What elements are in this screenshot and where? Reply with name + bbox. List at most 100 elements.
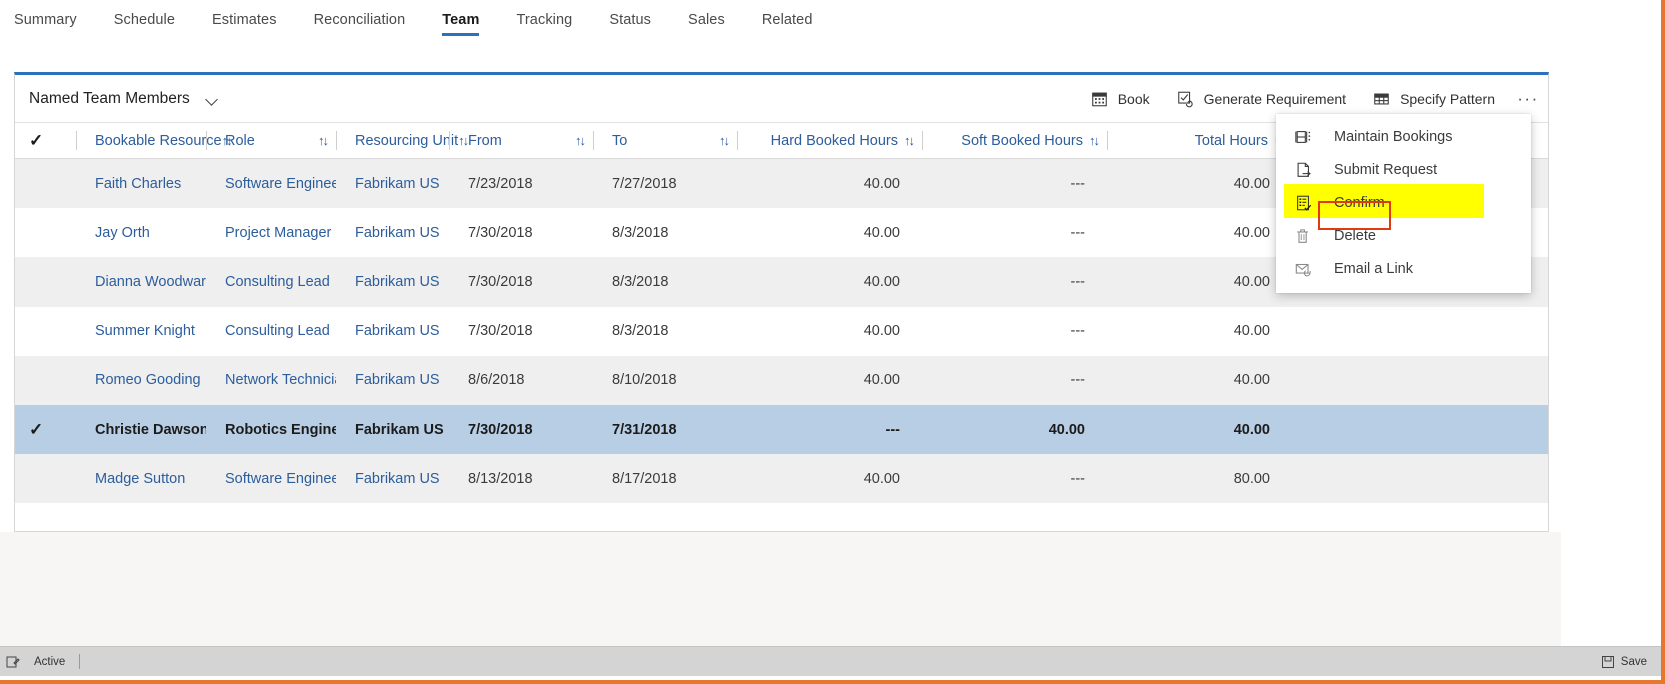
cell-total-hours: 40.00 [1233,273,1270,290]
cell-hard-booked-hours: 40.00 [863,175,900,192]
cell-resourcing-unit[interactable]: Fabrikam US [336,372,449,388]
cell-resourcing-unit[interactable]: Fabrikam US [336,471,449,487]
column-header-label: Resourcing Unit [355,132,459,149]
cell-bookable-resource[interactable]: Christie Dawson [76,422,206,438]
cell-role[interactable]: Software Engineer [206,471,336,487]
nav-tab-summary[interactable]: Summary [14,12,77,36]
bookings-icon [1294,128,1314,146]
menu-item-confirm[interactable]: Confirm [1276,184,1531,219]
cell-hard-booked-hours: --- [885,421,901,438]
nav-tab-team[interactable]: Team [442,12,480,36]
menu-item-label: Maintain Bookings [1334,128,1453,145]
column-header-from[interactable]: From ↑↓ [449,123,593,158]
cell-from: 7/30/2018 [468,421,533,438]
save-label: Save [1620,655,1647,668]
cell-role[interactable]: Consulting Lead [206,323,336,339]
cell-total-hours: 40.00 [1233,421,1270,438]
column-header-total-hours[interactable]: Total Hours ↑↓ [1107,123,1292,158]
sort-icon[interactable]: ↑↓ [904,133,915,148]
row-select-checkbox[interactable]: ✓ [29,421,76,438]
cell-to: 8/3/2018 [612,224,669,241]
column-header-resourcing-unit[interactable]: Resourcing Unit ↑↓ [336,123,469,158]
cell-soft-booked-hours: 40.00 [1048,421,1085,438]
column-header-role[interactable]: Role ↑↓ [206,123,336,158]
cell-from: 7/30/2018 [468,323,533,340]
cell-total-hours: 40.00 [1233,372,1270,389]
cell-resourcing-unit[interactable]: Fabrikam US [336,422,449,438]
column-header-label: Soft Booked Hours [961,132,1083,149]
cell-resourcing-unit[interactable]: Fabrikam US [336,323,449,339]
nav-tab-sales[interactable]: Sales [688,12,725,36]
record-state-label: Active [34,655,66,668]
table-grid-icon [1372,90,1391,108]
select-all-header[interactable]: ✓ [29,123,76,158]
menu-item-label: Confirm [1334,194,1385,211]
menu-item-submit-request[interactable]: Submit Request [1276,153,1531,186]
command-button-label: Book [1117,90,1150,107]
command-button-label: Generate Requirement [1203,90,1347,107]
cell-to: 8/3/2018 [612,323,669,340]
cell-bookable-resource[interactable]: Dianna Woodward [76,274,206,290]
command-button-label: Specify Pattern [1400,90,1495,107]
cell-soft-booked-hours: --- [1070,175,1086,192]
select-all-checkmark-icon: ✓ [29,131,44,150]
cell-to: 7/27/2018 [612,175,677,192]
cell-soft-booked-hours: --- [1070,224,1086,241]
nav-tab-tracking[interactable]: Tracking [516,12,572,36]
app-window: Summary Schedule Estimates Reconciliation Te… [0,0,1665,684]
column-header-to[interactable]: To ↑↓ [593,123,737,158]
nav-tab-related[interactable]: Related [762,12,813,36]
cell-from: 8/13/2018 [468,470,533,487]
form-background [0,532,1561,646]
cell-hard-booked-hours: 40.00 [863,273,900,290]
sort-icon[interactable]: ↑↓ [575,133,586,148]
table-row[interactable]: ✓ Christie DawsonRobotics EngineerFabrika… [15,404,1548,455]
column-header-hard-booked-hours[interactable]: Hard Booked Hours ↑↓ [737,123,922,158]
cell-bookable-resource[interactable]: Faith Charles [76,176,206,192]
row-selected-checkmark-icon: ✓ [29,421,44,439]
cell-role[interactable]: Project Manager [206,225,336,241]
status-bar-left: Active [6,654,81,669]
cell-resourcing-unit[interactable]: Fabrikam US [336,176,449,192]
menu-item-label: Delete [1334,227,1376,244]
sort-icon[interactable]: ↑↓ [719,133,730,148]
table-row[interactable]: Summer Knight Consulting Lead Fabrikam US 7… [15,306,1548,356]
command-button-book[interactable]: Book [1077,75,1163,122]
cell-resourcing-unit[interactable]: Fabrikam US [336,274,449,290]
cell-to: 8/3/2018 [612,273,669,290]
table-row[interactable]: Madge Sutton Software Engineer Fabrikam US… [15,454,1548,504]
menu-item-email-a-link[interactable]: Email a Link [1276,252,1531,285]
nav-tab-status[interactable]: Status [609,12,651,36]
view-title: Named Team Members [29,89,190,107]
cell-from: 7/23/2018 [468,175,533,192]
cell-role[interactable]: Software Engineer [206,176,336,192]
cell-resourcing-unit[interactable]: Fabrikam US [336,225,449,241]
save-button[interactable]: Save [1601,655,1647,669]
cell-role[interactable]: Network Technician [206,372,336,388]
calendar-icon [1090,90,1109,108]
menu-item-maintain-bookings[interactable]: Maintain Bookings [1276,120,1531,153]
cell-soft-booked-hours: --- [1070,372,1086,389]
cell-bookable-resource[interactable]: Summer Knight [76,323,206,339]
confirm-icon [1294,194,1314,212]
cell-bookable-resource[interactable]: Romeo Gooding [76,372,206,388]
trash-icon [1294,227,1314,245]
cell-bookable-resource[interactable]: Madge Sutton [76,471,206,487]
nav-tab-reconciliation[interactable]: Reconciliation [314,12,406,36]
nav-tab-schedule[interactable]: Schedule [114,12,175,36]
table-row[interactable]: Romeo GoodingNetwork TechnicianFabrikam … [15,355,1548,405]
column-header-label: Bookable Resource [95,132,222,149]
cell-total-hours: 40.00 [1233,323,1270,340]
nav-tab-estimates[interactable]: Estimates [212,12,277,36]
column-header-bookable-resource[interactable]: Bookable Resource ↑↓ [76,123,233,158]
view-selector[interactable]: Named Team Members [29,90,219,108]
cell-hard-booked-hours: 40.00 [863,323,900,340]
sort-icon[interactable]: ↑↓ [1089,133,1100,148]
cell-bookable-resource[interactable]: Jay Orth [76,225,206,241]
cell-role[interactable]: Robotics Engineer [206,422,336,438]
sort-icon[interactable]: ↑↓ [318,133,329,148]
column-header-soft-booked-hours[interactable]: Soft Booked Hours ↑↓ [922,123,1107,158]
form-tab-strip: Summary Schedule Estimates Reconciliation Te… [0,0,1561,48]
cell-role[interactable]: Consulting Lead [206,274,336,290]
menu-item-delete[interactable]: Delete [1276,219,1531,252]
